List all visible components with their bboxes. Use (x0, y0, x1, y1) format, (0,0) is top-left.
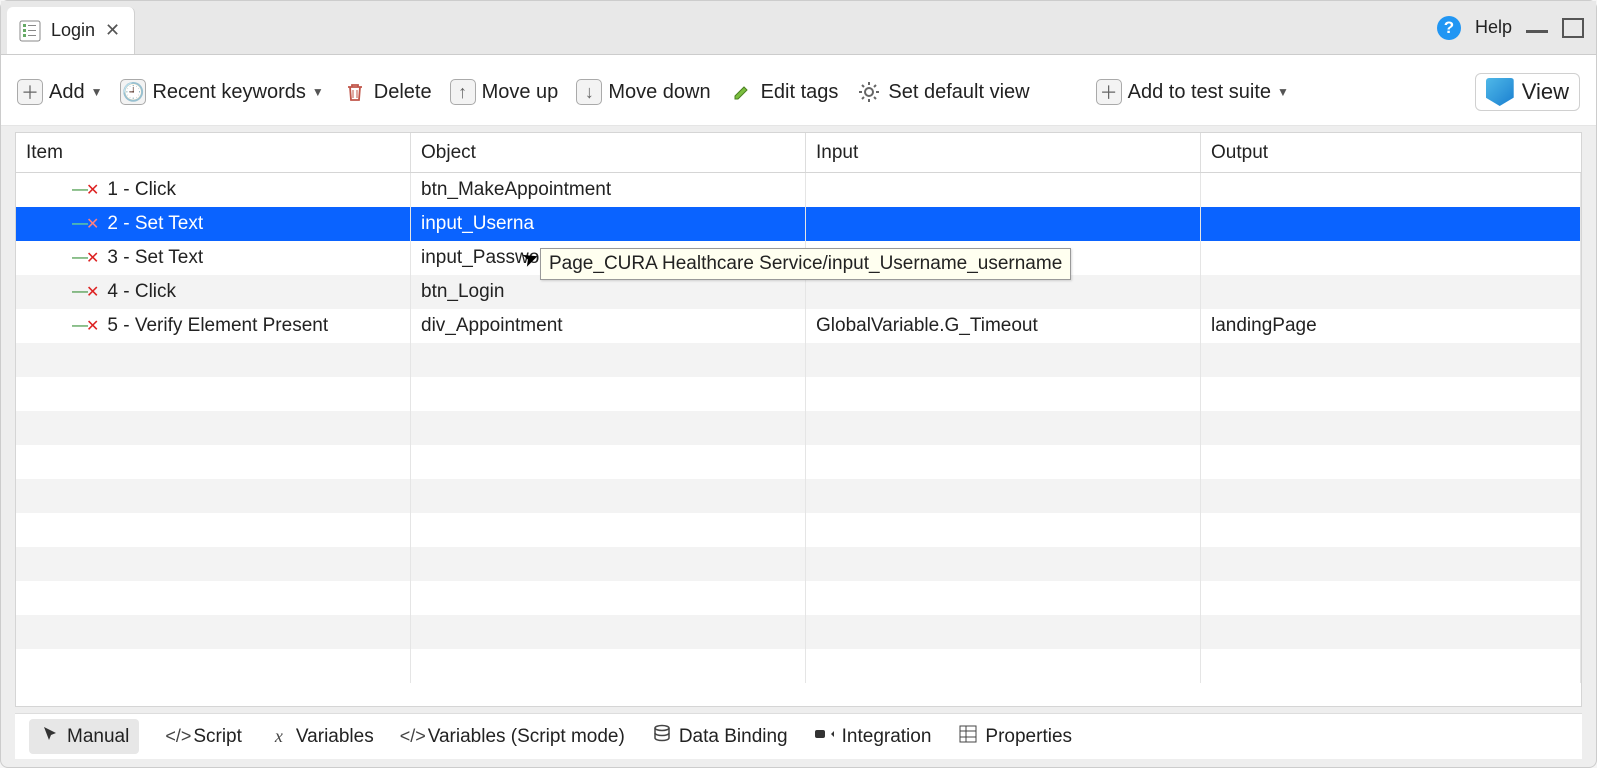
cursor-icon (39, 725, 61, 748)
table-row[interactable]: —✕ 1 - Click btn_MakeAppointment (16, 173, 1581, 207)
grid-icon (957, 725, 979, 748)
view-button[interactable]: View (1475, 73, 1580, 111)
step-icon: —✕ (72, 214, 99, 234)
editor-window: Login ✕ ? Help ＋ Add ▼ 🕘 Recent keywords… (0, 0, 1597, 768)
col-header-object[interactable]: Object (411, 133, 806, 172)
code-icon: </> (400, 726, 422, 747)
tooltip: Page_CURA Healthcare Service/input_Usern… (540, 248, 1071, 280)
table-row (16, 445, 1581, 479)
tab-title: Login (51, 20, 95, 41)
tab-properties[interactable]: Properties (957, 725, 1072, 748)
table-row (16, 411, 1581, 445)
table-header: Item Object Input Output (16, 133, 1581, 173)
tab-integration[interactable]: Integration (814, 726, 932, 748)
table-row (16, 547, 1581, 581)
tab-login[interactable]: Login ✕ (7, 7, 135, 54)
table-row (16, 615, 1581, 649)
chevron-down-icon: ▼ (312, 85, 324, 99)
col-header-input[interactable]: Input (806, 133, 1201, 172)
table-row[interactable]: —✕ 4 - Click btn_Login (16, 275, 1581, 309)
delete-button[interactable]: Delete (342, 79, 432, 105)
cell-object[interactable]: btn_MakeAppointment (411, 173, 806, 207)
minimize-icon[interactable] (1526, 30, 1548, 33)
cell-input[interactable] (806, 173, 1201, 207)
close-icon[interactable]: ✕ (105, 20, 120, 41)
add-button[interactable]: ＋ Add ▼ (17, 79, 102, 105)
tab-variables-script[interactable]: </> Variables (Script mode) (400, 726, 625, 748)
gear-icon (856, 79, 882, 105)
cell-input[interactable] (806, 207, 1201, 241)
recent-keywords-button[interactable]: 🕘 Recent keywords ▼ (120, 79, 323, 105)
cell-output[interactable] (1201, 207, 1581, 241)
cell-input[interactable]: GlobalVariable.G_Timeout (806, 309, 1201, 343)
arrow-down-icon: ↓ (576, 79, 602, 105)
pencil-icon (729, 79, 755, 105)
variable-icon: x (268, 726, 290, 747)
testcase-icon (19, 20, 41, 42)
tab-data-binding[interactable]: Data Binding (651, 724, 788, 749)
table-row (16, 513, 1581, 547)
cell-item[interactable]: —✕ 4 - Click (16, 275, 411, 309)
move-down-button[interactable]: ↓ Move down (576, 79, 710, 105)
plus-icon: ＋ (1096, 79, 1122, 105)
tabbar-right: ? Help (1437, 1, 1596, 54)
col-header-output[interactable]: Output (1201, 133, 1581, 172)
help-label[interactable]: Help (1475, 17, 1512, 38)
item-text: 1 - Click (107, 179, 176, 201)
trash-icon (342, 79, 368, 105)
table-row[interactable]: —✕ 2 - Set Text input_Userna (16, 207, 1581, 241)
steps-table: Item Object Input Output —✕ 1 - Click btn_… (15, 132, 1582, 707)
cell-item[interactable]: —✕ 2 - Set Text (16, 207, 411, 241)
table-row (16, 649, 1581, 683)
edit-tags-button[interactable]: Edit tags (729, 79, 839, 105)
cell-input[interactable] (806, 275, 1201, 309)
table-row (16, 479, 1581, 513)
cell-item[interactable]: —✕ 3 - Set Text (16, 241, 411, 275)
item-text: 4 - Click (107, 281, 176, 303)
cell-object[interactable]: input_Userna (411, 207, 806, 241)
add-to-suite-button[interactable]: ＋ Add to test suite ▼ (1096, 79, 1289, 105)
step-icon: —✕ (72, 316, 99, 336)
cell-output[interactable] (1201, 173, 1581, 207)
step-icon: —✕ (72, 180, 99, 200)
maximize-icon[interactable] (1562, 18, 1584, 38)
chevron-down-icon: ▼ (91, 85, 103, 99)
chevron-down-icon: ▼ (1277, 85, 1289, 99)
table-row[interactable]: —✕ 5 - Verify Element Present div_Appointm… (16, 309, 1581, 343)
code-icon: </> (165, 726, 187, 747)
toolbar: ＋ Add ▼ 🕘 Recent keywords ▼ Delete ↑ Mov… (1, 55, 1596, 126)
integration-icon (814, 726, 836, 747)
database-icon (651, 724, 673, 749)
bottom-tabs: Manual </> Script x Variables </> Variab… (15, 713, 1582, 759)
cell-output[interactable] (1201, 275, 1581, 309)
cell-item[interactable]: —✕ 1 - Click (16, 173, 411, 207)
item-text: 5 - Verify Element Present (107, 315, 328, 337)
step-icon: —✕ (72, 282, 99, 302)
cell-output[interactable] (1201, 241, 1581, 275)
view-logo-icon (1486, 78, 1514, 106)
plus-icon: ＋ (17, 79, 43, 105)
table-row (16, 343, 1581, 377)
tab-manual[interactable]: Manual (29, 719, 139, 754)
cell-object[interactable]: div_Appointment (411, 309, 806, 343)
table-row (16, 377, 1581, 411)
tab-variables[interactable]: x Variables (268, 726, 374, 748)
cell-object[interactable]: btn_Login (411, 275, 806, 309)
arrow-up-icon: ↑ (450, 79, 476, 105)
item-text: 3 - Set Text (107, 247, 203, 269)
move-up-button[interactable]: ↑ Move up (450, 79, 559, 105)
cell-item[interactable]: —✕ 5 - Verify Element Present (16, 309, 411, 343)
help-icon[interactable]: ? (1437, 16, 1461, 40)
tab-script[interactable]: </> Script (165, 726, 242, 748)
set-default-view-button[interactable]: Set default view (856, 79, 1029, 105)
cell-output[interactable]: landingPage (1201, 309, 1581, 343)
table-row (16, 581, 1581, 615)
item-text: 2 - Set Text (107, 213, 203, 235)
step-icon: —✕ (72, 248, 99, 268)
col-header-item[interactable]: Item (16, 133, 411, 172)
clock-icon: 🕘 (120, 79, 146, 105)
tab-bar: Login ✕ ? Help (1, 1, 1596, 55)
